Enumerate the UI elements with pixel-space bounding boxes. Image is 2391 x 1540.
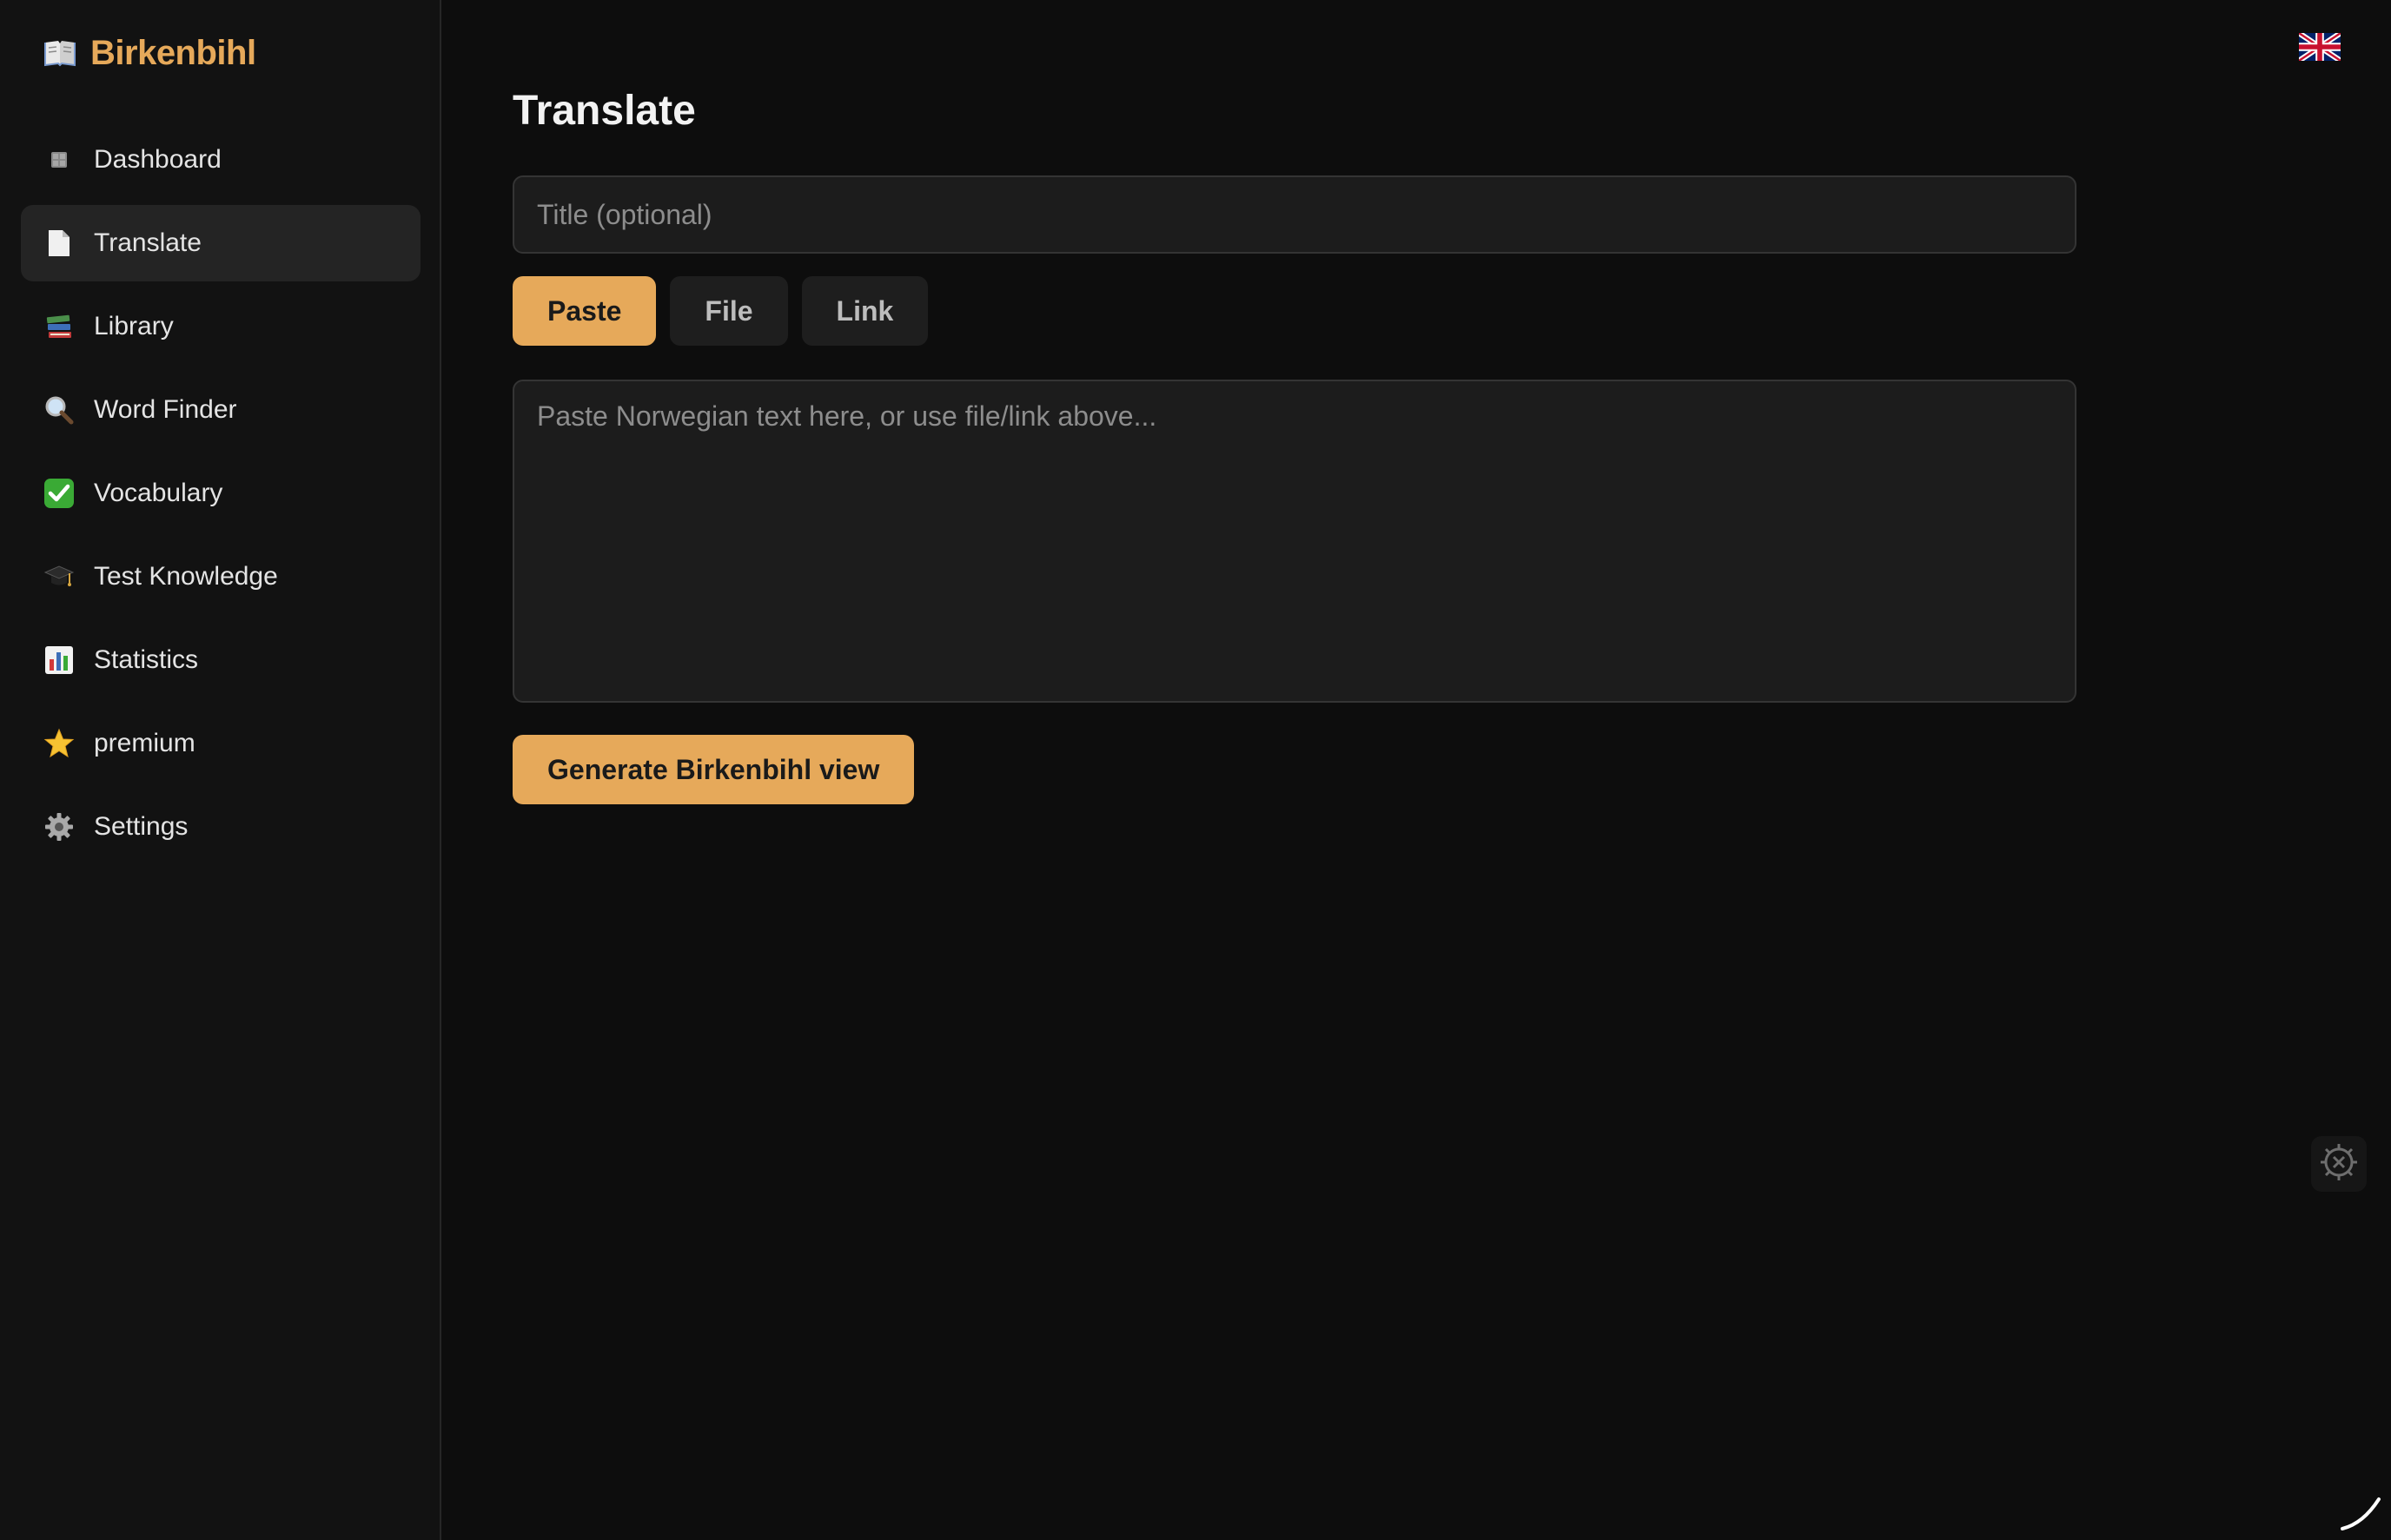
generate-button[interactable]: Generate Birkenbihl view [513,735,915,804]
sidebar-nav: Dashboard Translate Library Word Finder [21,122,421,872]
books-icon [43,311,75,342]
sidebar-item-label: Translate [94,228,202,257]
sidebar-item-dashboard[interactable]: Dashboard [21,122,421,198]
tools-gear-icon [2316,1140,2361,1189]
sidebar-item-premium[interactable]: premium [21,705,421,782]
graduation-cap-icon [43,561,75,592]
dashboard-icon [43,144,75,175]
tab-file[interactable]: File [670,276,788,346]
sidebar-item-settings[interactable]: Settings [21,789,421,865]
sidebar-item-label: Word Finder [94,395,237,424]
sidebar-item-statistics[interactable]: Statistics [21,622,421,698]
sidebar: Birkenbihl Dashboard Translate Library W… [0,0,441,1540]
bar-chart-icon [43,644,75,676]
app-window: Birkenbihl Dashboard Translate Library W… [0,0,2391,1540]
sidebar-item-label: Library [94,312,174,340]
floating-settings-button[interactable] [2311,1136,2367,1192]
sidebar-item-label: Vocabulary [94,479,223,507]
sidebar-item-label: Settings [94,812,189,841]
resize-handle-icon[interactable] [2337,1485,2386,1534]
main-content: Translate Paste File Link Generate Birke… [441,0,2391,1540]
sidebar-item-vocabulary[interactable]: Vocabulary [21,455,421,532]
sidebar-item-label: Dashboard [94,145,222,174]
sidebar-item-label: Statistics [94,645,199,674]
gear-icon [43,811,75,843]
star-icon [43,728,75,759]
sidebar-item-library[interactable]: Library [21,288,421,365]
sidebar-item-word-finder[interactable]: Word Finder [21,372,421,448]
sidebar-item-label: Test Knowledge [94,562,278,591]
source-tabs: Paste File Link [513,276,929,346]
uk-flag-icon[interactable] [2297,30,2342,63]
document-icon [43,228,75,259]
tab-link[interactable]: Link [801,276,929,346]
sidebar-item-translate[interactable]: Translate [21,205,421,281]
magnifier-icon [43,394,75,426]
title-input[interactable] [513,175,2076,254]
check-mark-icon [43,478,75,509]
open-book-icon [43,38,76,68]
brand-label: Birkenbihl [90,33,256,72]
sidebar-item-test-knowledge[interactable]: Test Knowledge [21,539,421,615]
text-input-area[interactable] [513,380,2076,703]
tab-paste[interactable]: Paste [513,276,657,346]
sidebar-item-label: premium [94,729,195,757]
brand[interactable]: Birkenbihl [43,31,256,75]
page-title: Translate [513,88,696,134]
